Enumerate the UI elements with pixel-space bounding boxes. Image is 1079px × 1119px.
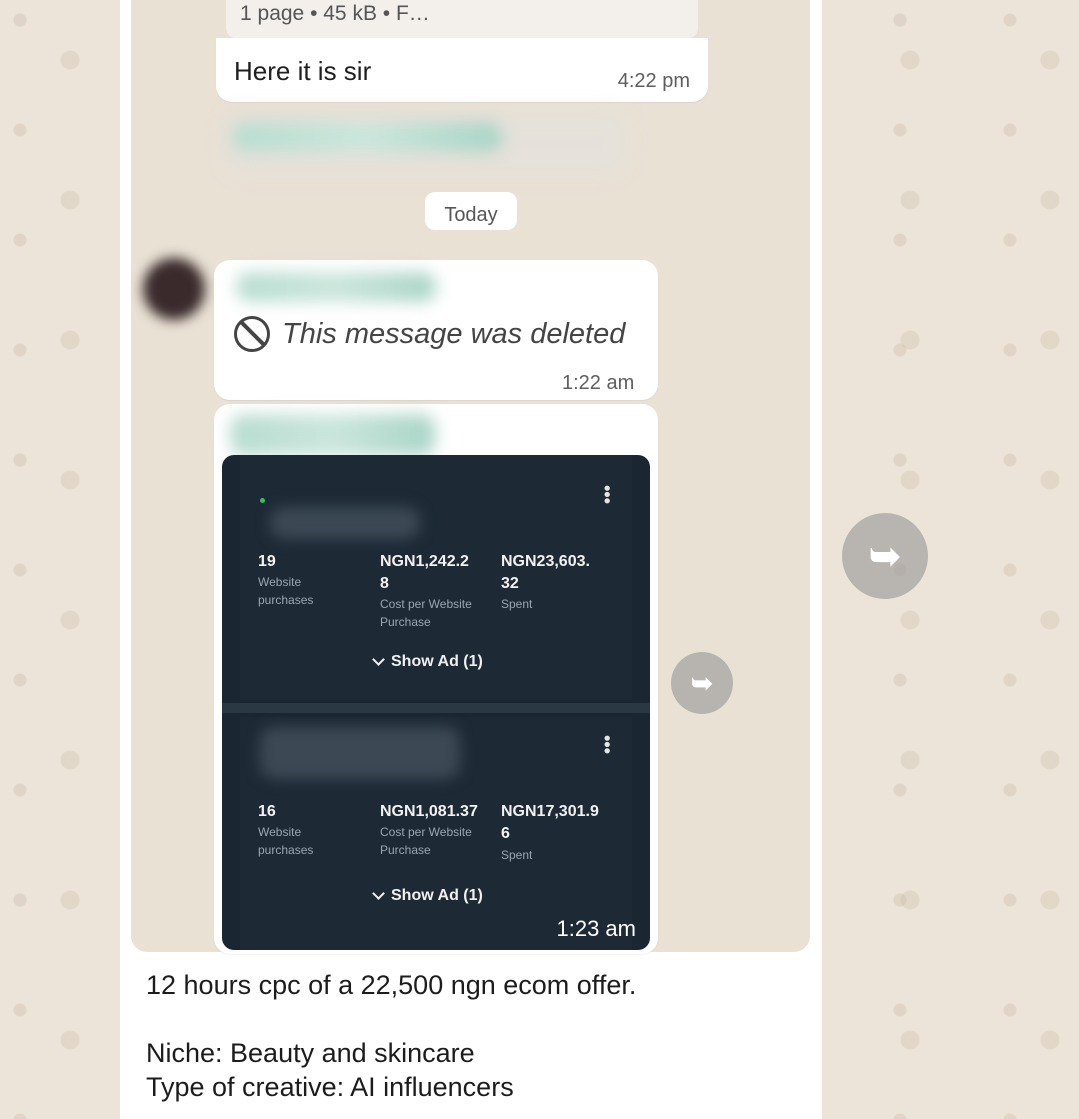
ad-card-1[interactable]: ••• 19 Website purchases NGN1,242.2 8 Co… [240, 455, 632, 700]
forward-icon[interactable]: ➥ [671, 652, 733, 714]
spent-label: Spent [501, 597, 533, 611]
ban-icon [234, 316, 270, 352]
purchases-value: 16 [258, 803, 276, 820]
blurred-ad-name [260, 727, 460, 779]
spent-value-2: 32 [501, 575, 519, 592]
show-ad-label: Show Ad (1) [391, 653, 483, 670]
caption-line-1: 12 hours cpc of a 22,500 ngn ecom offer. [146, 970, 637, 1000]
cost-per-purchase-label: Cost per Website Purchase [380, 825, 472, 857]
deleted-message-text: This message was deleted [282, 317, 626, 350]
show-ad-button[interactable]: Show Ad (1) [372, 887, 483, 905]
cost-per-purchase-label: Cost per Website Purchase [380, 597, 472, 629]
blurred-sender-name-2 [230, 414, 435, 456]
cost-per-purchase-value: NGN1,242.2 [380, 553, 469, 570]
chevron-down-icon [372, 887, 385, 900]
purchases-label: Website purchases [258, 825, 314, 857]
message-text: Here it is sir [234, 56, 372, 86]
show-ad-label: Show Ad (1) [391, 887, 483, 904]
deleted-message: This message was deleted [234, 316, 625, 352]
spent-value: NGN23,603. [501, 553, 590, 570]
purchases-label: Website purchases [258, 575, 314, 607]
blurred-sender-name [236, 272, 436, 302]
cost-per-purchase-value: NGN1,081.37 [380, 803, 478, 820]
ads-manager-screenshot[interactable]: ••• 19 Website purchases NGN1,242.2 8 Co… [222, 455, 650, 950]
image-message-time: 1:23 am [556, 916, 637, 941]
date-chip: Today [425, 192, 517, 230]
file-info-text: 1 page • 45 kB • F… [240, 2, 430, 25]
document-file-info: 1 page • 45 kB • F… [226, 0, 698, 38]
blurred-text [232, 122, 502, 152]
deleted-message-time: 1:22 am [562, 372, 635, 394]
spent-value: NGN17,301.9 [501, 803, 599, 820]
message-bubble-reply[interactable]: Here it is sir 4:22 pm [216, 38, 708, 102]
blurred-ad-name [270, 507, 420, 539]
active-status-dot [260, 498, 265, 503]
show-ad-button[interactable]: Show Ad (1) [372, 653, 483, 671]
purchases-value: 19 [258, 553, 276, 570]
sender-avatar[interactable] [143, 258, 205, 320]
chevron-down-icon [372, 653, 385, 666]
card-divider [222, 703, 650, 713]
date-chip-label: Today [444, 204, 498, 226]
caption-line-3: Type of creative: AI influencers [146, 1072, 514, 1102]
kebab-menu-icon[interactable]: ••• [597, 485, 617, 504]
caption-line-2: Niche: Beauty and skincare [146, 1038, 475, 1068]
forward-icon[interactable]: ➥ [842, 513, 928, 599]
kebab-menu-icon[interactable]: ••• [597, 735, 617, 754]
spent-value-2: 6 [501, 825, 510, 842]
cost-per-purchase-value-2: 8 [380, 575, 389, 592]
spent-label: Spent [501, 848, 533, 862]
message-time: 4:22 pm [617, 70, 690, 92]
